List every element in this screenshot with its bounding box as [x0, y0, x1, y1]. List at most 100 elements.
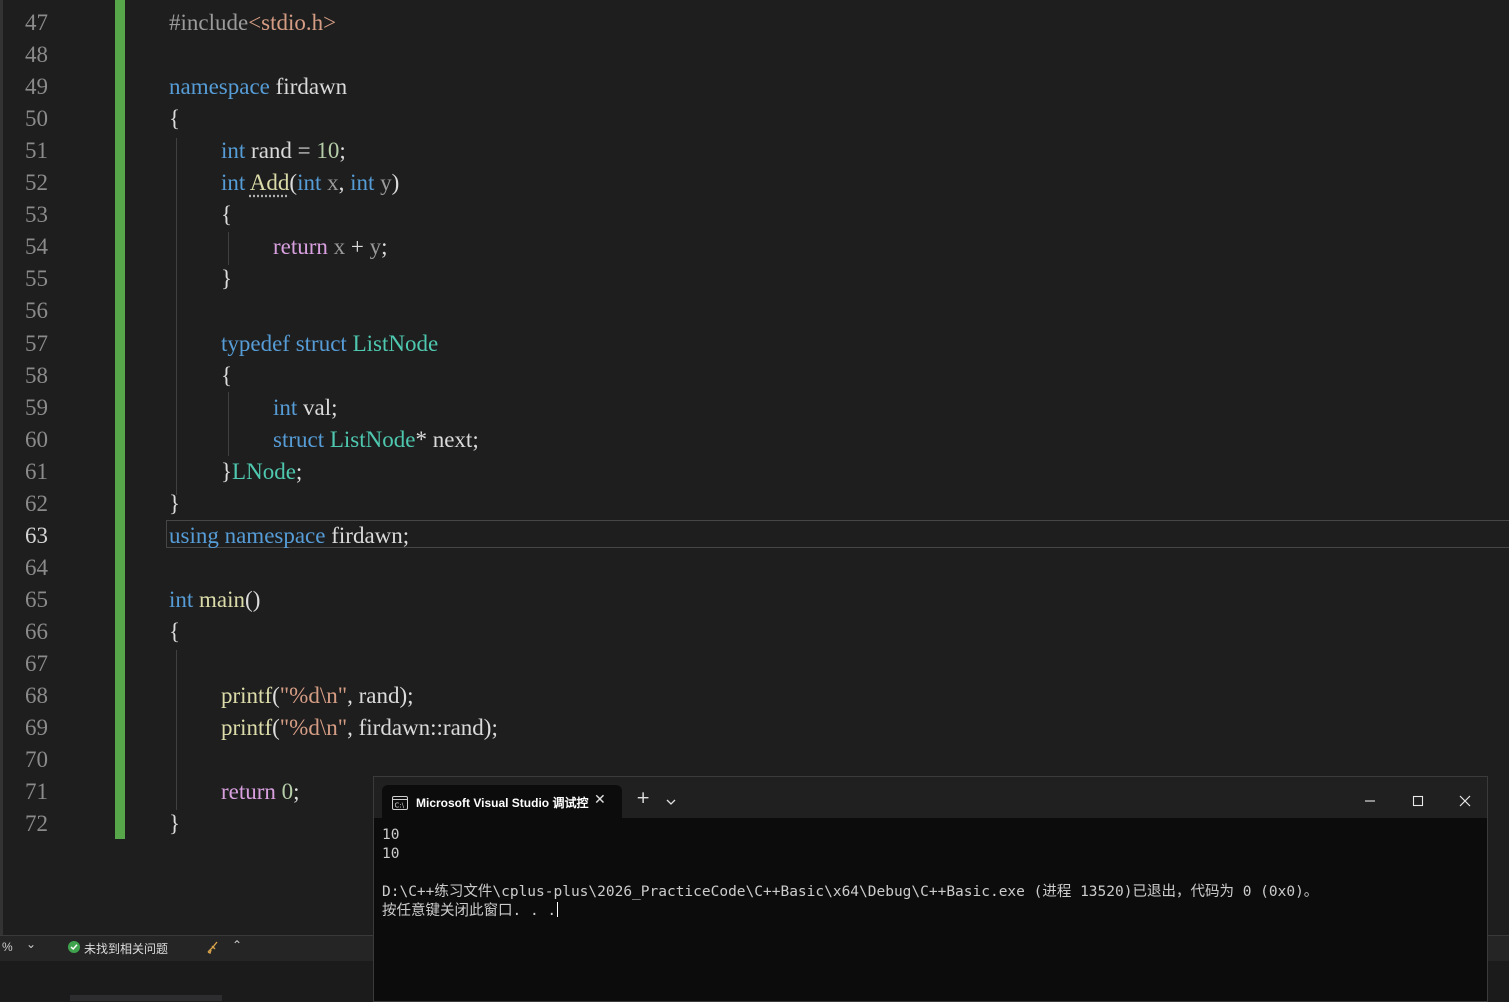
line-number: 62: [25, 491, 48, 516]
code-text[interactable]: }: [169, 488, 180, 520]
check-circle-icon: [68, 941, 80, 953]
code-token: }: [221, 266, 233, 291]
code-line[interactable]: 70: [0, 744, 1509, 776]
code-text[interactable]: return x + y;: [273, 231, 388, 263]
code-text[interactable]: struct ListNode* next;: [273, 424, 479, 456]
chevron-up-icon[interactable]: ⌃: [232, 938, 242, 952]
code-token: );: [399, 683, 414, 708]
code-token: 0: [281, 779, 294, 804]
chevron-down-icon[interactable]: [666, 791, 676, 810]
code-token: {: [221, 202, 233, 227]
code-token: ;: [402, 523, 410, 548]
plus-icon[interactable]: +: [636, 790, 650, 807]
minimize-icon[interactable]: [1364, 790, 1376, 809]
code-text[interactable]: }LNode;: [221, 456, 302, 488]
code-line[interactable]: 68 printf("%d\n", rand);: [0, 680, 1509, 712]
code-line[interactable]: 57 typedef struct ListNode: [0, 328, 1509, 360]
code-line[interactable]: 60 struct ListNode* next;: [0, 424, 1509, 456]
code-text[interactable]: {: [221, 360, 232, 392]
brush-icon[interactable]: [205, 939, 221, 960]
line-number: 70: [25, 747, 48, 772]
code-text[interactable]: printf("%d\n", rand);: [221, 680, 414, 712]
code-line[interactable]: 58 {: [0, 360, 1509, 392]
code-token: firdawn: [358, 715, 431, 740]
code-token: {: [169, 619, 181, 644]
line-number: 47: [25, 10, 48, 35]
code-line[interactable]: 49 namespace firdawn: [0, 71, 1509, 103]
code-line[interactable]: 69 printf("%d\n", firdawn::rand);: [0, 712, 1509, 744]
code-line[interactable]: 67: [0, 648, 1509, 680]
console-output-line: 10: [382, 846, 400, 862]
code-line[interactable]: 62}: [0, 488, 1509, 520]
code-token: {: [221, 363, 233, 388]
bottom-panel-tab[interactable]: [70, 995, 222, 1001]
code-text[interactable]: int val;: [273, 392, 338, 424]
code-line[interactable]: 48: [0, 39, 1509, 71]
code-line[interactable]: 59 int val;: [0, 392, 1509, 424]
code-token: int: [221, 138, 246, 163]
code-token: return: [273, 234, 328, 259]
terminal-icon: C:\: [392, 795, 408, 814]
code-text[interactable]: int main(): [169, 584, 260, 616]
code-text[interactable]: }: [221, 263, 232, 295]
line-number: 55: [25, 266, 48, 291]
code-line[interactable]: 47 #include<stdio.h>: [0, 7, 1509, 39]
zoom-level[interactable]: %: [2, 940, 13, 954]
code-line[interactable]: 55}: [0, 263, 1509, 295]
code-text[interactable]: int rand = 10;: [221, 135, 346, 167]
console-output-line: 10: [382, 827, 400, 843]
code-token: namespace: [224, 523, 326, 548]
debug-console-window[interactable]: C:\ Microsoft Visual Studio 调试控 ✕ + 10 10…: [373, 776, 1488, 1002]
line-number: 65: [25, 587, 48, 612]
code-token: {: [169, 106, 181, 131]
code-line[interactable]: 61}LNode;: [0, 456, 1509, 488]
code-token: }: [221, 459, 233, 484]
code-token: ;: [295, 459, 303, 484]
code-line[interactable]: 63 using namespace firdawn;: [0, 520, 1509, 552]
code-token: return: [221, 779, 276, 804]
code-text[interactable]: {: [169, 103, 180, 135]
line-number: 63: [25, 523, 48, 548]
code-line[interactable]: 66 {: [0, 616, 1509, 648]
code-text[interactable]: using namespace firdawn;: [169, 520, 409, 552]
code-text[interactable]: return 0;: [221, 776, 300, 808]
code-token: firdawn: [269, 74, 348, 99]
code-line[interactable]: 51 int rand = 10;: [0, 135, 1509, 167]
code-line[interactable]: 64: [0, 552, 1509, 584]
code-text[interactable]: int Add(int x, int y): [221, 167, 399, 199]
line-number: 48: [25, 42, 48, 67]
code-text[interactable]: printf("%d\n", firdawn::rand);: [221, 712, 498, 744]
code-token: rand: [442, 715, 484, 740]
code-token: main: [199, 587, 246, 612]
zoom-chevron-down-icon[interactable]: ⌄: [26, 937, 36, 951]
line-number: 51: [25, 138, 48, 163]
code-line[interactable]: 65 int main(): [0, 584, 1509, 616]
maximize-icon[interactable]: [1412, 792, 1424, 811]
code-token: +: [345, 234, 370, 259]
line-number: 64: [25, 555, 48, 580]
line-number: 59: [25, 395, 48, 420]
tab-close-icon[interactable]: ✕: [594, 792, 606, 808]
code-token: (: [289, 170, 298, 195]
code-token: ListNode: [352, 331, 439, 356]
code-token: ;: [293, 779, 300, 804]
code-text[interactable]: {: [169, 616, 180, 648]
console-tab[interactable]: C:\ Microsoft Visual Studio 调试控 ✕: [382, 785, 622, 819]
code-text[interactable]: #include<stdio.h>: [169, 7, 336, 39]
code-line[interactable]: 52 int Add(int x, int y): [0, 167, 1509, 199]
close-icon[interactable]: [1459, 792, 1471, 811]
line-number: 57: [25, 331, 48, 356]
code-token: =: [291, 138, 317, 163]
console-output[interactable]: 10 10 D:\C++练习文件\cplus-plus\2026_PracticeC…: [382, 826, 1318, 921]
console-titlebar[interactable]: C:\ Microsoft Visual Studio 调试控 ✕ +: [374, 777, 1487, 819]
code-text[interactable]: }: [169, 808, 180, 840]
code-line[interactable]: 56: [0, 295, 1509, 327]
code-line[interactable]: 53 {: [0, 199, 1509, 231]
code-token: typedef: [221, 331, 290, 356]
code-text[interactable]: namespace firdawn: [169, 71, 347, 103]
code-text[interactable]: typedef struct ListNode: [221, 328, 438, 360]
code-text[interactable]: {: [221, 199, 232, 231]
issues-status-text[interactable]: 未找到相关问题: [84, 940, 168, 957]
code-line[interactable]: 54 return x + y;: [0, 231, 1509, 263]
code-line[interactable]: 50 {: [0, 103, 1509, 135]
